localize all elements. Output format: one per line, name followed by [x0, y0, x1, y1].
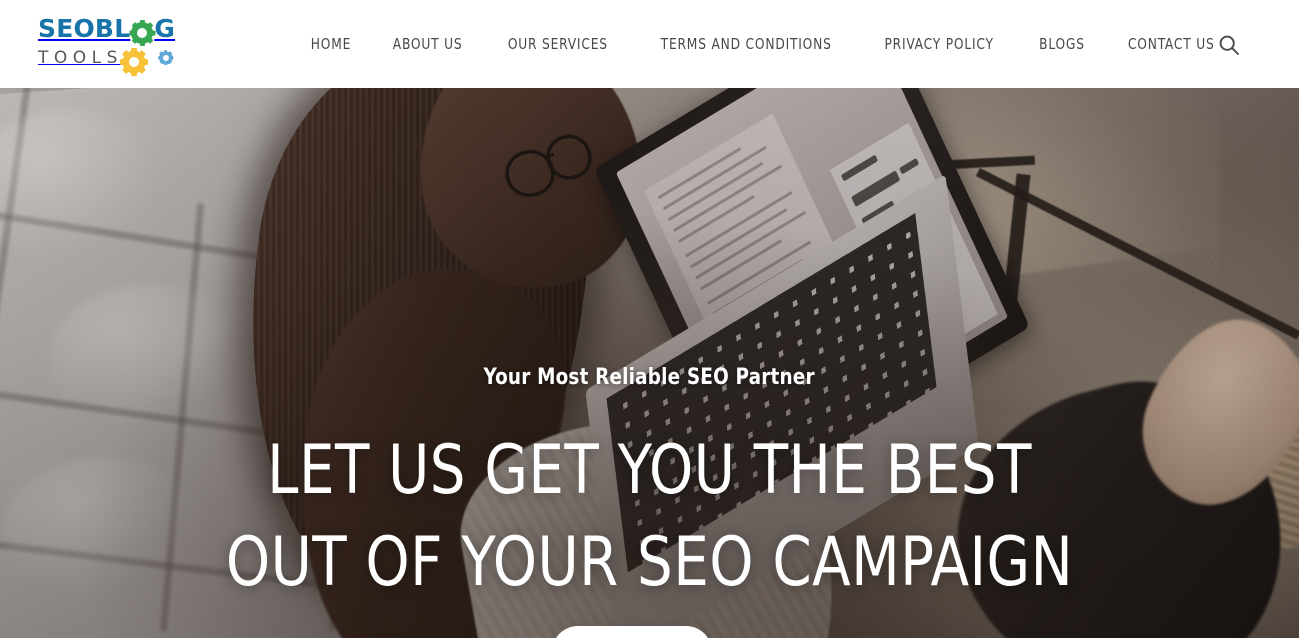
logo-text-seobl: SEOBL	[38, 14, 131, 43]
logo-text-tools: TOOLS	[38, 48, 123, 68]
logo-primary-text: SEOBL G	[38, 14, 188, 46]
nav-item-home[interactable]: HOME	[296, 0, 366, 88]
hero-cta-button[interactable]	[552, 626, 712, 638]
nav-item-about-us[interactable]: ABOUT US	[378, 0, 478, 88]
nav-item-terms-and-conditions[interactable]: TERMS AND CONDITIONS	[646, 0, 847, 88]
page-root: SEOBL G TOOLS HOME ABOUT US OUR SERVICES…	[0, 0, 1299, 638]
main-navigation: HOME ABOUT US OUR SERVICES TERMS AND CON…	[291, 0, 1237, 88]
site-header: SEOBL G TOOLS HOME ABOUT US OUR SERVICES…	[0, 0, 1299, 88]
nav-item-blogs[interactable]: BLOGS	[1024, 0, 1100, 88]
gear-green-icon	[129, 20, 156, 46]
hero-overlay-tint	[0, 88, 1299, 638]
gear-yellow-icon	[119, 48, 148, 76]
gear-blue-icon	[158, 50, 173, 65]
nav-item-contact-us[interactable]: CONTACT US	[1112, 0, 1229, 88]
hero-section: Your Most Reliable SEO Partner LET US GE…	[0, 88, 1299, 638]
nav-item-privacy-policy[interactable]: PRIVACY POLICY	[870, 0, 1009, 88]
logo-text-g: G	[154, 14, 176, 43]
site-logo[interactable]: SEOBL G TOOLS	[38, 14, 188, 76]
nav-item-our-services[interactable]: OUR SERVICES	[493, 0, 623, 88]
search-icon[interactable]	[1217, 33, 1241, 57]
hero-background-photo	[0, 88, 1299, 638]
